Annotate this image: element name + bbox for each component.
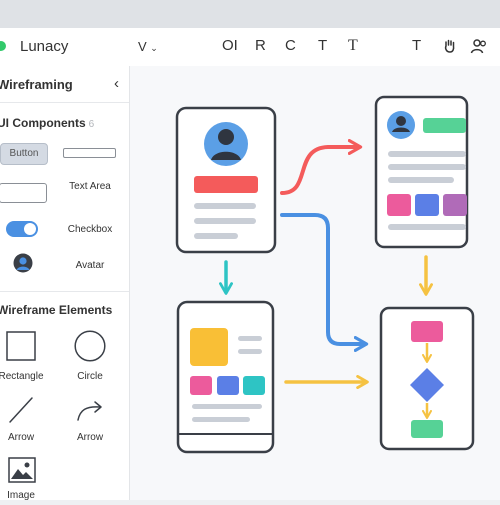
avatar-label: Avatar xyxy=(75,260,105,271)
users-icon[interactable] xyxy=(470,37,488,55)
arrow-label: Arrow xyxy=(7,432,35,443)
view-menu-dropdown[interactable]: V ⌄ xyxy=(138,39,158,54)
components-sidebar: Wireframing ‹ UI Components 6 Button Text… xyxy=(0,66,130,501)
rectangle-icon[interactable] xyxy=(6,331,36,361)
toggle-component[interactable] xyxy=(6,221,38,237)
ui-components-count: 6 xyxy=(88,119,95,130)
arrow-label: Arrow xyxy=(76,432,104,443)
wireframe-diagram xyxy=(175,95,475,454)
flowchart-screen-frame[interactable] xyxy=(379,306,475,451)
image-icon[interactable] xyxy=(8,457,36,483)
toolbar-tool-text-serif[interactable]: T xyxy=(348,37,358,55)
line-arrow-icon[interactable] xyxy=(8,396,34,424)
toolbar-tool-text[interactable]: T xyxy=(318,37,327,54)
input-component[interactable] xyxy=(63,148,116,158)
wireframe-elements-title: Wireframe Elements xyxy=(0,303,113,317)
toolbar-tool-circle[interactable]: C xyxy=(285,37,296,54)
phone-screen-frame[interactable] xyxy=(176,300,275,454)
toolbar-tool-rectangle[interactable]: R xyxy=(255,37,266,54)
profile-screen-frame[interactable] xyxy=(175,106,277,254)
red-connector-arrow xyxy=(280,139,363,195)
toolbar-tool-oval[interactable]: OI xyxy=(222,37,238,54)
view-menu-label: V xyxy=(138,39,147,54)
circle-label: Circle xyxy=(77,371,103,382)
circle-icon[interactable] xyxy=(74,330,106,362)
sidebar-divider xyxy=(0,291,129,292)
image-label: Image xyxy=(7,490,35,501)
toggle-knob xyxy=(24,223,36,235)
rectangle-label: Rectangle xyxy=(0,371,44,382)
detail-screen-frame[interactable] xyxy=(374,95,469,249)
ui-components-title: UI Components xyxy=(0,116,86,130)
toolbar-tool-text-alt[interactable]: T xyxy=(412,37,421,54)
hand-icon[interactable] xyxy=(441,37,459,55)
text-area-preview[interactable] xyxy=(0,183,47,203)
avatar-icon[interactable] xyxy=(13,253,33,275)
window-top-strip xyxy=(0,0,500,28)
top-toolbar: Lunacy V ⌄ OI R C T T T xyxy=(0,28,500,67)
chevron-left-icon[interactable]: ‹ xyxy=(114,75,119,92)
app-title: Lunacy xyxy=(20,38,69,55)
checkbox-label: Checkbox xyxy=(67,224,113,235)
sidebar-header: Wireframing ‹ xyxy=(0,66,129,103)
text-area-label: Text Area xyxy=(69,181,111,192)
design-canvas[interactable] xyxy=(130,66,500,500)
chevron-down-icon: ⌄ xyxy=(150,43,158,53)
button-component[interactable]: Button xyxy=(0,143,48,165)
blue-connector-arrow xyxy=(280,213,369,352)
curved-arrow-icon[interactable] xyxy=(76,398,104,422)
app-logo-icon xyxy=(0,41,6,51)
ui-components-heading: UI Components 6 xyxy=(0,116,94,130)
sidebar-title: Wireframing xyxy=(0,77,73,92)
red-button-placeholder xyxy=(194,176,258,193)
